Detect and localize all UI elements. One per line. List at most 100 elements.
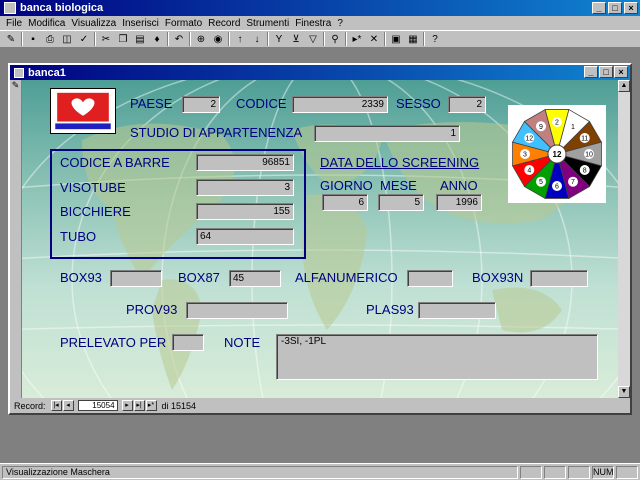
paese-field[interactable]: 2 (182, 96, 220, 113)
form-maximize-button[interactable]: □ (599, 66, 613, 78)
toolbar: ✎ ▪ ⎙ ◫ ✓ ✂ ❐ ▤ ♦ ↶ ⊕ ◉ ↑ ↓ Y ⊻ ▽ ⚲ ▸* ✕… (0, 30, 640, 48)
sort-descending-icon[interactable]: ↓ (250, 33, 264, 46)
wheel-number: 5 (539, 179, 543, 186)
menu-finestra[interactable]: Finestra (295, 18, 331, 29)
plas93-field[interactable] (418, 302, 496, 319)
codice-label: CODICE (236, 96, 287, 111)
prelevato-label: PRELEVATO PER (60, 335, 167, 350)
studio-field[interactable]: 1 (314, 125, 460, 142)
find-icon[interactable]: ⚲ (328, 33, 342, 46)
box93-field[interactable] (110, 270, 162, 287)
print-icon[interactable]: ⎙ (43, 33, 57, 46)
screening-label: DATA DELLO SCREENING (320, 155, 480, 170)
form-minimize-button[interactable]: _ (584, 66, 598, 78)
status-cell (520, 465, 542, 479)
design-view-icon[interactable]: ✎ (4, 33, 18, 46)
alfanumerico-field[interactable] (407, 270, 453, 287)
mese-field[interactable]: 5 (378, 194, 424, 211)
new-record-icon[interactable]: ▸* (350, 33, 364, 46)
spelling-icon[interactable]: ✓ (77, 33, 91, 46)
status-text: Visualizzazione Maschera (2, 465, 518, 479)
prov93-field[interactable] (186, 302, 288, 319)
save-icon[interactable]: ▪ (26, 33, 40, 46)
apply-filter-icon[interactable]: ▽ (306, 33, 320, 46)
prov93-label: PROV93 (126, 302, 178, 317)
sort-ascending-icon[interactable]: ↑ (233, 33, 247, 46)
database-window-icon[interactable]: ▣ (389, 33, 403, 46)
box93n-field[interactable] (530, 270, 588, 287)
box87-field[interactable]: 45 (229, 270, 281, 287)
giorno-field[interactable]: 6 (322, 194, 368, 211)
menu-help[interactable]: ? (337, 18, 343, 29)
menu-record[interactable]: Record (208, 18, 240, 29)
tubo-field[interactable]: 64 (196, 228, 294, 245)
note-field[interactable]: -3SI, -1PL (276, 334, 598, 380)
print-preview-icon[interactable]: ◫ (60, 33, 74, 46)
web-toolbar-icon[interactable]: ◉ (211, 33, 225, 46)
menu-strumenti[interactable]: Strumenti (246, 18, 289, 29)
copy-icon[interactable]: ❐ (116, 33, 130, 46)
menu-visualizza[interactable]: Visualizza (71, 18, 116, 29)
status-cell (544, 465, 566, 479)
vertical-scrollbar[interactable]: ▲ ▼ (618, 80, 630, 398)
box93n-label: BOX93N (472, 270, 524, 285)
undo-icon[interactable]: ↶ (172, 33, 186, 46)
insert-hyperlink-icon[interactable]: ⊕ (194, 33, 208, 46)
mese-label: MESE (380, 178, 417, 193)
form-title-bar: banca1 _ □ × (10, 65, 630, 80)
filter-by-selection-icon[interactable]: Y (272, 33, 286, 46)
paese-label: PAESE (130, 96, 173, 111)
prelevato-field[interactable] (172, 334, 204, 351)
record-number-input[interactable]: 15054 (77, 400, 118, 411)
access-app-icon[interactable] (4, 2, 16, 14)
menu-bar: File Modifica Visualizza Inserisci Forma… (0, 16, 640, 30)
cut-icon[interactable]: ✂ (99, 33, 113, 46)
codice-field[interactable]: 2339 (292, 96, 388, 113)
last-record-icon[interactable]: ▸| (133, 400, 145, 411)
record-total: di 15154 (161, 400, 197, 411)
next-record-icon[interactable]: ▸ (121, 400, 133, 411)
form-window: banca1 _ □ × ✎ PAESE 2 CODICE 2339 SESSO… (8, 63, 632, 415)
record-label: Record: (14, 400, 46, 411)
heart-logo (50, 88, 116, 134)
new-record-nav-icon[interactable]: ▸* (145, 400, 157, 411)
form-close-button[interactable]: × (614, 66, 628, 78)
app-close-button[interactable]: × (624, 2, 638, 14)
new-object-icon[interactable]: ▦ (406, 33, 420, 46)
menu-modifica[interactable]: Modifica (28, 18, 65, 29)
filter-by-form-icon[interactable]: ⊻ (289, 33, 303, 46)
note-label: NOTE (224, 335, 261, 350)
menu-file[interactable]: File (6, 18, 22, 29)
help-icon[interactable]: ? (428, 33, 442, 46)
status-cell (616, 465, 638, 479)
scroll-down-icon[interactable]: ▼ (618, 386, 630, 398)
anno-label: ANNO (440, 178, 478, 193)
box87-label: BOX87 (178, 270, 220, 285)
codice-barre-field[interactable]: 96851 (196, 154, 294, 171)
anno-field[interactable]: 1996 (436, 194, 482, 211)
color-code-wheel: 21111087654312912 (508, 105, 606, 203)
first-record-icon[interactable]: |◂ (50, 400, 62, 411)
menu-inserisci[interactable]: Inserisci (122, 18, 159, 29)
previous-record-icon[interactable]: ◂ (62, 400, 74, 411)
wheel-number: 6 (555, 184, 559, 191)
menu-formato[interactable]: Formato (165, 18, 202, 29)
wheel-number: 4 (527, 168, 531, 175)
wheel-center-number: 12 (553, 150, 562, 159)
status-cell (568, 465, 590, 479)
wheel-number: 3 (523, 152, 527, 159)
app-minimize-button[interactable]: _ (592, 2, 606, 14)
visotube-field[interactable]: 3 (196, 179, 294, 196)
paste-icon[interactable]: ▤ (133, 33, 147, 46)
app-maximize-button[interactable]: □ (608, 2, 622, 14)
delete-record-icon[interactable]: ✕ (367, 33, 381, 46)
record-selector[interactable]: ✎ (10, 80, 22, 398)
wheel-number: 12 (525, 136, 533, 143)
scroll-up-icon[interactable]: ▲ (618, 80, 630, 92)
bicchiere-field[interactable]: 155 (196, 203, 294, 220)
form-icon[interactable] (14, 67, 24, 78)
format-painter-icon[interactable]: ♦ (150, 33, 164, 46)
sesso-field[interactable]: 2 (448, 96, 486, 113)
status-num: NUM (592, 465, 614, 479)
wheel-number: 2 (555, 120, 559, 127)
